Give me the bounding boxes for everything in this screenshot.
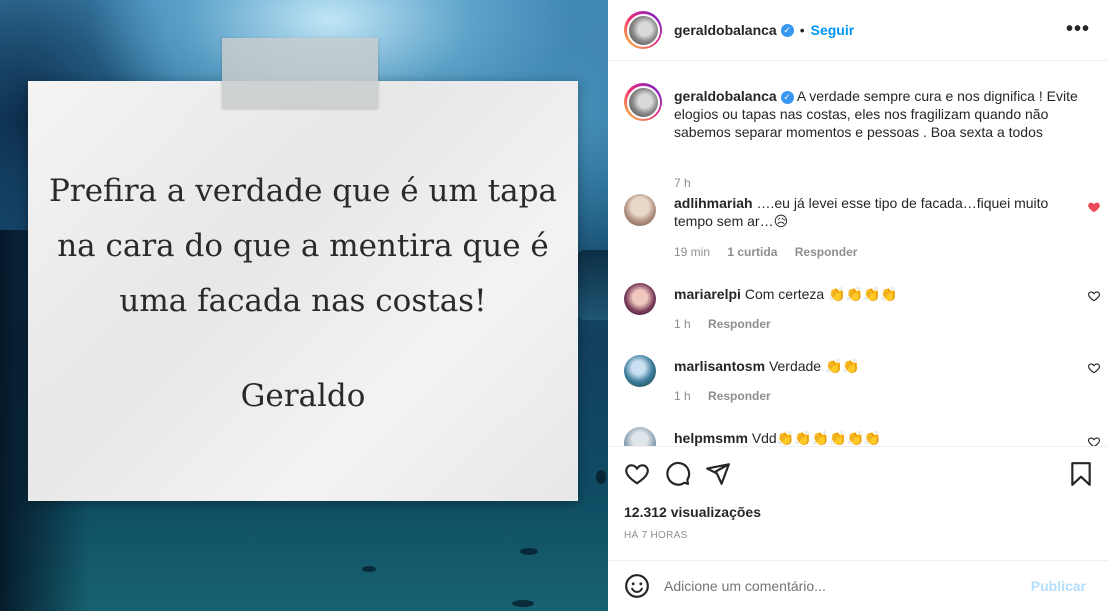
commenter-username[interactable]: marlisantosm <box>674 358 765 374</box>
post-actions: 12.312 visualizações HÁ 7 HORAS <box>608 446 1108 566</box>
heart-filled-icon[interactable] <box>1087 200 1101 214</box>
post-media[interactable]: Prefira a verdade que é um tapa na cara … <box>0 0 608 611</box>
comment-time[interactable]: 1 h <box>674 389 691 403</box>
caption-avatar[interactable] <box>624 83 662 121</box>
comment-body: Com certeza 👏👏👏👏 <box>744 286 898 302</box>
comments-list[interactable]: geraldobalanca ✓ A verdade sempre cura e … <box>608 61 1108 446</box>
author-avatar[interactable] <box>624 11 662 49</box>
emoji-icon[interactable] <box>624 573 650 599</box>
underwater-structure <box>578 250 608 320</box>
caption-text: geraldobalanca ✓ A verdade sempre cura e … <box>674 87 1094 141</box>
commenter-avatar[interactable] <box>624 283 656 315</box>
author-username[interactable]: geraldobalanca <box>674 22 777 38</box>
comment-body: Verdade 👏👏 <box>768 358 860 374</box>
caption-username[interactable]: geraldobalanca <box>674 88 777 104</box>
commenter-username[interactable]: mariarelpi <box>674 286 741 302</box>
tape <box>222 38 378 108</box>
comment-icon[interactable] <box>665 461 691 487</box>
verified-icon: ✓ <box>780 90 794 104</box>
commenter-avatar[interactable] <box>624 427 656 446</box>
add-comment-bar: Publicar <box>608 560 1108 611</box>
post-timestamp[interactable]: HÁ 7 HORAS <box>624 530 688 541</box>
view-count[interactable]: 12.312 visualizações <box>624 504 761 520</box>
reply-button[interactable]: Responder <box>795 245 858 259</box>
follow-button[interactable]: Seguir <box>811 22 855 38</box>
quote-text: Prefira a verdade que é um tapa na cara … <box>49 173 557 319</box>
publish-button[interactable]: Publicar <box>1031 578 1086 594</box>
share-icon[interactable] <box>705 461 731 487</box>
commenter-avatar[interactable] <box>624 355 656 387</box>
comment-text: adlihmariah ….eu já levei esse tipo de f… <box>674 194 1054 230</box>
comment-text: helpmsmm Vdd👏👏👏👏👏👏 <box>674 429 1054 446</box>
more-icon[interactable]: ••• <box>1066 19 1090 39</box>
post-panel: geraldobalanca ✓ • Seguir ••• geraldobal… <box>608 0 1108 611</box>
comment-time[interactable]: 19 min <box>674 245 710 259</box>
fish <box>596 470 606 484</box>
post-header: geraldobalanca ✓ • Seguir ••• <box>608 0 1108 61</box>
fish <box>520 548 538 555</box>
heart-icon[interactable] <box>1087 361 1101 375</box>
heart-icon[interactable] <box>1087 289 1101 303</box>
commenter-username[interactable]: adlihmariah <box>674 195 753 211</box>
fish <box>512 600 534 607</box>
commenter-username[interactable]: helpmsmm <box>674 430 748 446</box>
bookmark-icon[interactable] <box>1068 461 1094 487</box>
paper-note: Prefira a verdade que é um tapa na cara … <box>28 81 578 501</box>
heart-icon[interactable] <box>624 461 650 487</box>
caption-time[interactable]: 7 h <box>674 176 691 190</box>
commenter-avatar[interactable] <box>624 194 656 226</box>
comment-body: Vdd👏👏👏👏👏👏 <box>751 430 882 446</box>
comment-meta: 1 h Responder <box>674 389 785 403</box>
comment-meta: 19 min 1 curtida Responder <box>674 245 871 259</box>
reply-button[interactable]: Responder <box>708 317 771 331</box>
comment-time[interactable]: 1 h <box>674 317 691 331</box>
fish <box>362 566 376 572</box>
comment-likes[interactable]: 1 curtida <box>727 245 777 259</box>
comment-input[interactable] <box>664 578 1031 594</box>
reply-button[interactable]: Responder <box>708 389 771 403</box>
separator-dot: • <box>799 22 805 38</box>
comment-text: marlisantosm Verdade 👏👏 <box>674 357 1054 375</box>
comment-text: mariarelpi Com certeza 👏👏👏👏 <box>674 285 1054 303</box>
verified-icon: ✓ <box>780 23 794 37</box>
comment-meta: 1 h Responder <box>674 317 785 331</box>
quote-signature: Geraldo <box>240 378 366 414</box>
heart-icon[interactable] <box>1087 435 1101 446</box>
